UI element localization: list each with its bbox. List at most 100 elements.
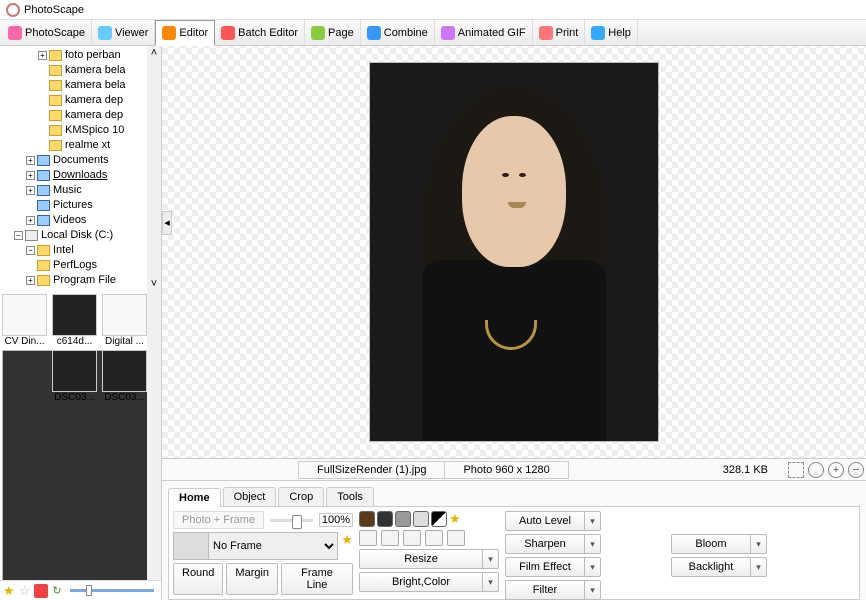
tree-scrollbar[interactable]: ˄ ˅ — [147, 46, 161, 292]
swatch-light[interactable] — [413, 511, 429, 527]
resize-button[interactable]: Resize — [359, 549, 483, 569]
toolbar-combine[interactable]: Combine — [361, 20, 435, 45]
tree-item[interactable]: kamera dep — [2, 108, 159, 123]
tree-item[interactable]: +foto perban — [2, 48, 159, 63]
auto-level-dropdown[interactable] — [585, 511, 601, 531]
backlight-dropdown[interactable] — [751, 557, 767, 577]
toolbar-photoscape[interactable]: PhotoScape — [2, 20, 92, 45]
scroll-down-icon[interactable]: ˅ — [151, 277, 157, 292]
target-icon[interactable] — [808, 462, 824, 478]
bloom-button[interactable]: Bloom — [671, 534, 751, 554]
bright-color-button[interactable]: Bright,Color — [359, 572, 483, 592]
toolbar-page[interactable]: Page — [305, 20, 361, 45]
tree-item[interactable]: kamera bela — [2, 78, 159, 93]
editor-tab-object[interactable]: Object — [223, 487, 277, 506]
toolbar-editor[interactable]: Editor — [155, 20, 215, 46]
tree-item[interactable]: KMSpico 10 — [2, 123, 159, 138]
toolbar-print[interactable]: Print — [533, 20, 586, 45]
fit-icon[interactable] — [788, 462, 804, 478]
sharpen-button[interactable]: Sharpen — [505, 534, 585, 554]
color-swatches: ★ — [359, 511, 499, 527]
toolbar-batch-editor[interactable]: Batch Editor — [215, 20, 305, 45]
toolbar-viewer[interactable]: Viewer — [92, 20, 155, 45]
rotate-free-icon[interactable] — [447, 530, 465, 546]
left-bottom-bar: ★ ☆ ↻ — [0, 580, 161, 600]
toolbar-animated-gif[interactable]: Animated GIF — [435, 20, 533, 45]
editor-tab-crop[interactable]: Crop — [278, 487, 324, 506]
filter-dropdown[interactable] — [585, 580, 601, 600]
backlight-button[interactable]: Backlight — [671, 557, 751, 577]
margin-button[interactable]: Margin — [226, 563, 278, 595]
thumbnail[interactable]: c614d... — [52, 294, 97, 347]
toolbar-help[interactable]: Help — [585, 20, 638, 45]
rotate-left-icon[interactable] — [359, 530, 377, 546]
round-button[interactable]: Round — [173, 563, 223, 595]
tree-item[interactable]: +Program File — [2, 273, 159, 288]
editor-tab-home[interactable]: Home — [168, 488, 221, 507]
editor-panel: HomeObjectCropTools Photo + Frame 100% N… — [162, 480, 866, 600]
thumbnail[interactable]: dindaa... — [2, 350, 47, 580]
tree-item[interactable]: +Music — [2, 183, 159, 198]
frame-preview — [173, 532, 209, 560]
tree-item[interactable]: kamera dep — [2, 93, 159, 108]
title-bar: PhotoScape — [0, 0, 866, 20]
film-effect-dropdown[interactable] — [585, 557, 601, 577]
tree-item[interactable]: PerfLogs — [2, 258, 159, 273]
auto-level-button[interactable]: Auto Level — [505, 511, 585, 531]
tree-item[interactable]: −Intel — [2, 243, 159, 258]
main-toolbar: PhotoScapeViewerEditorBatch EditorPageCo… — [0, 20, 866, 46]
image-canvas[interactable]: ◂ — [162, 46, 866, 458]
thumbnail[interactable]: CV Din... — [2, 294, 47, 347]
filter-button[interactable]: Filter — [505, 580, 585, 600]
thumbnail[interactable]: DSC03... — [102, 350, 147, 580]
tree-item[interactable]: +Videos — [2, 213, 159, 228]
scroll-up-icon[interactable]: ˄ — [151, 46, 157, 61]
thumbnail[interactable]: Digital ... — [102, 294, 147, 347]
thumbnail-panel: CV Din...c614d...Digital ...dindaa...DSC… — [0, 292, 161, 580]
sharpen-dropdown[interactable] — [585, 534, 601, 554]
editor-tab-tools[interactable]: Tools — [326, 487, 374, 506]
frame-slider[interactable] — [270, 519, 313, 522]
editor-body: Photo + Frame 100% No Frame ★ Round Marg… — [168, 506, 860, 600]
frame-line-button[interactable]: Frame Line — [281, 563, 353, 595]
tree-item[interactable]: +Documents — [2, 153, 159, 168]
status-bar: FullSizeRender (1).jpg Photo 960 x 1280 … — [162, 458, 866, 480]
swatch-dark[interactable] — [377, 511, 393, 527]
bloom-dropdown[interactable] — [751, 534, 767, 554]
thumbnail-grid: CV Din...c614d...Digital ...dindaa...DSC… — [2, 294, 159, 580]
refresh-icon[interactable]: ↻ — [52, 584, 61, 597]
rotate-right-icon[interactable] — [381, 530, 399, 546]
folder-tree[interactable]: +foto perbankamera belakamera belakamera… — [0, 46, 161, 292]
photo-frame-button[interactable]: Photo + Frame — [173, 511, 264, 529]
frame-select[interactable]: No Frame — [209, 532, 338, 560]
right-panel: ◂ FullSizeRender (1).jpg Photo 960 x 128… — [162, 46, 866, 600]
swatch-bw[interactable] — [431, 511, 447, 527]
status-filesize: 328.1 KB — [705, 462, 786, 478]
thumbnail[interactable]: DSC03... — [52, 350, 97, 580]
thumbs-scrollbar[interactable] — [147, 292, 161, 580]
zoom-in-icon[interactable]: + — [828, 462, 844, 478]
tree-item[interactable]: Pictures — [2, 198, 159, 213]
flip-v-icon[interactable] — [425, 530, 443, 546]
tree-item[interactable]: realme xt — [2, 138, 159, 153]
swatch-gray[interactable] — [395, 511, 411, 527]
film-effect-button[interactable]: Film Effect — [505, 557, 585, 577]
resize-dropdown[interactable] — [483, 549, 499, 569]
current-photo[interactable] — [369, 62, 659, 442]
sort-icon[interactable] — [34, 584, 48, 598]
star-icon[interactable]: ★ — [3, 583, 15, 599]
zoom-value: 100% — [319, 513, 353, 527]
star-outline-icon[interactable]: ☆ — [19, 583, 31, 599]
bright-color-dropdown[interactable] — [483, 572, 499, 592]
swatch-sepia[interactable] — [359, 511, 375, 527]
frame-favorite-icon[interactable]: ★ — [341, 532, 353, 548]
slider-control[interactable] — [70, 589, 154, 592]
editor-tabs: HomeObjectCropTools — [168, 484, 860, 506]
tree-item[interactable]: +Downloads — [2, 168, 159, 183]
swatch-favorite-icon[interactable]: ★ — [449, 511, 461, 527]
tree-item[interactable]: −Local Disk (C:) — [2, 228, 159, 243]
tree-item[interactable]: kamera bela — [2, 63, 159, 78]
zoom-out-icon[interactable]: − — [848, 462, 864, 478]
flip-h-icon[interactable] — [403, 530, 421, 546]
collapse-left-icon[interactable]: ◂ — [162, 211, 172, 235]
